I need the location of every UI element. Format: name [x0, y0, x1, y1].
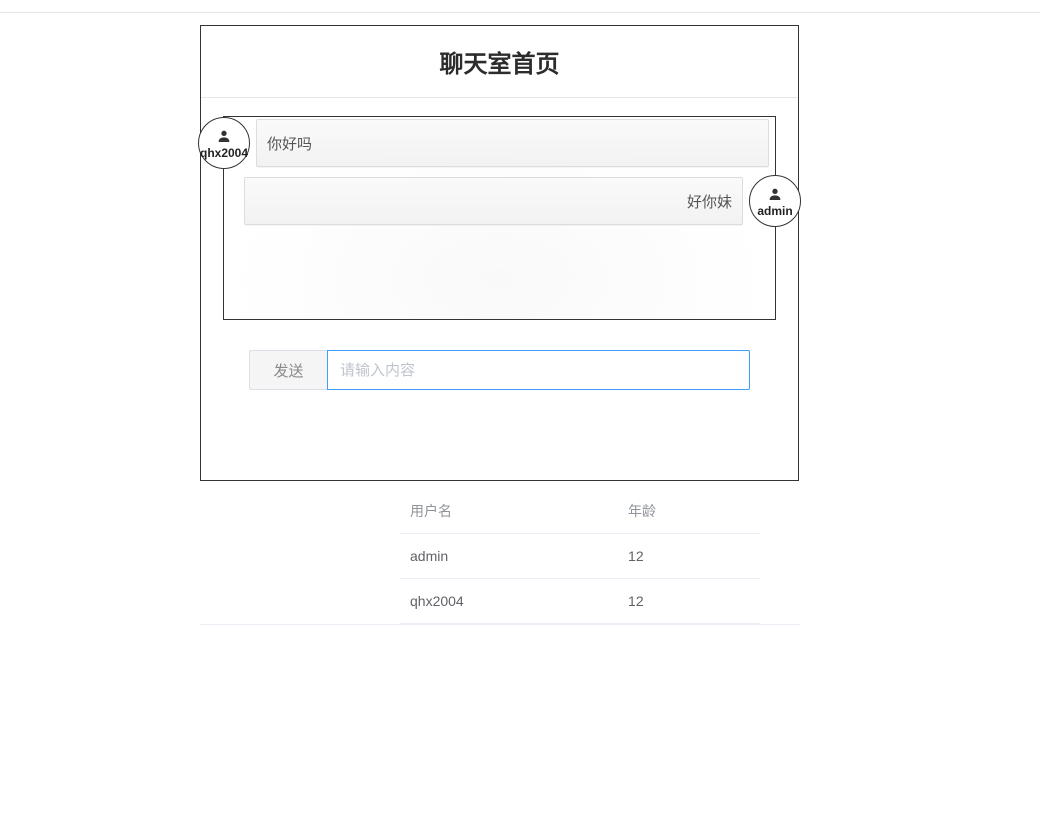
- cell-username: admin: [400, 534, 618, 579]
- avatar-name: admin: [757, 205, 792, 217]
- message-text: 你好吗: [267, 133, 312, 154]
- cell-username: qhx2004: [400, 579, 618, 624]
- message-text: 好你妹: [687, 191, 732, 212]
- cell-age: 12: [618, 534, 760, 579]
- user-icon: [216, 128, 232, 145]
- column-header-age: 年龄: [618, 489, 760, 534]
- cell-age: 12: [618, 579, 760, 624]
- user-icon: [767, 186, 783, 203]
- user-table-wrapper: 用户名 年龄 admin 12 qhx2004 12: [200, 489, 800, 625]
- message-bubble: 好你妹: [244, 177, 743, 225]
- chat-message: qhx2004 你好吗: [226, 119, 773, 167]
- user-table: 用户名 年龄 admin 12 qhx2004 12: [400, 489, 760, 624]
- chat-message: 好你妹 admin: [226, 177, 773, 225]
- input-row: 发送: [249, 350, 750, 480]
- avatar: qhx2004: [198, 117, 250, 169]
- browser-tab-divider: [0, 0, 1040, 13]
- page-title: 聊天室首页: [201, 44, 798, 79]
- table-header-row: 用户名 年龄: [400, 489, 760, 534]
- column-header-username: 用户名: [400, 489, 618, 534]
- table-row: qhx2004 12: [400, 579, 760, 624]
- chat-box: qhx2004 你好吗 好你妹 admin: [223, 116, 776, 320]
- table-row: admin 12: [400, 534, 760, 579]
- message-input[interactable]: [327, 350, 750, 390]
- send-button[interactable]: 发送: [249, 350, 327, 390]
- avatar-name: qhx2004: [200, 147, 248, 159]
- avatar: admin: [749, 175, 801, 227]
- message-bubble: 你好吗: [256, 119, 769, 167]
- chat-panel: 聊天室首页 qhx2004 你好吗 好你妹 admin: [200, 25, 799, 481]
- panel-header: 聊天室首页: [201, 26, 798, 98]
